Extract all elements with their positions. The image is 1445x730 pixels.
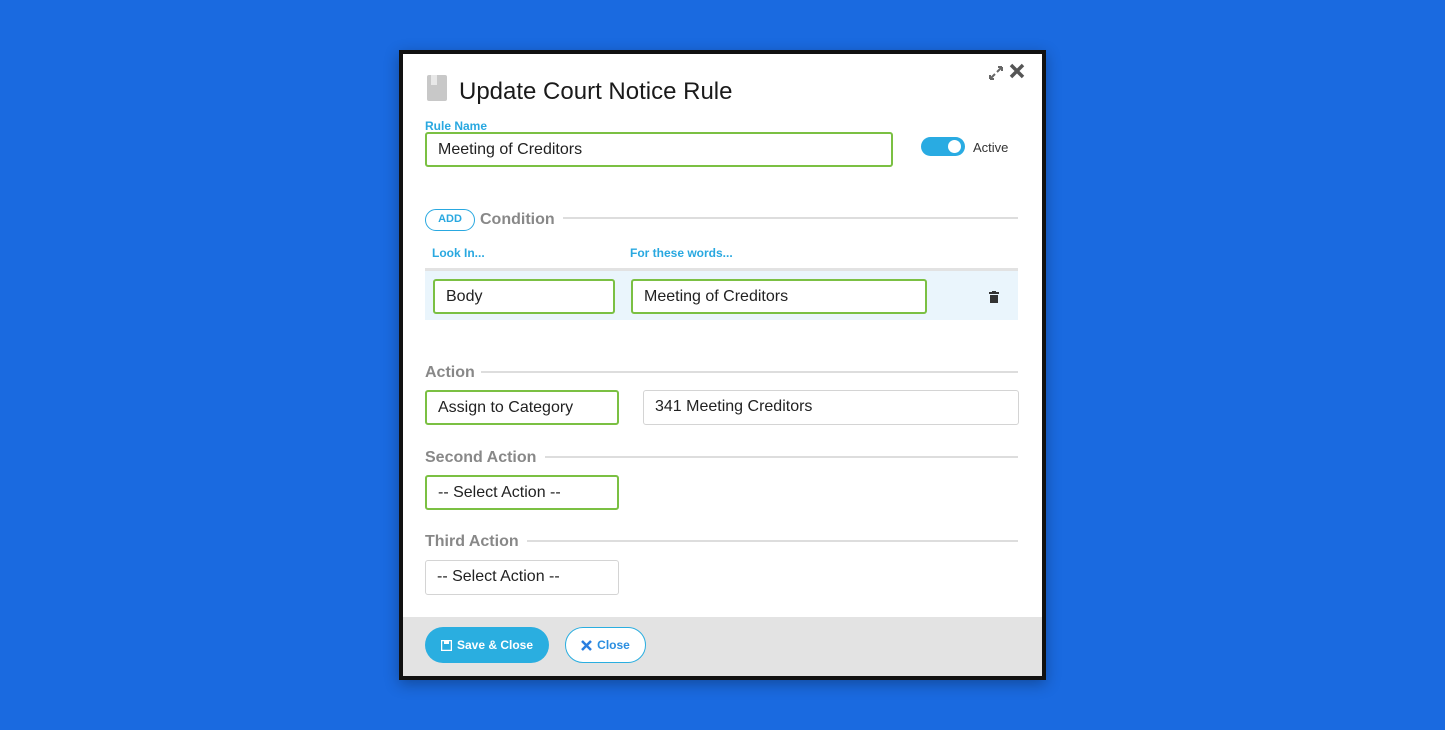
close-button[interactable]: Close xyxy=(565,627,646,663)
words-header: For these words... xyxy=(630,246,733,260)
save-icon xyxy=(440,639,452,651)
third-action-select[interactable]: -- Select Action -- xyxy=(425,560,619,595)
divider xyxy=(481,371,1018,373)
look-in-header: Look In... xyxy=(432,246,485,260)
action-heading: Action xyxy=(425,364,475,381)
close-icon[interactable] xyxy=(1008,62,1026,80)
second-action-heading: Second Action xyxy=(425,449,537,466)
words-input[interactable]: Meeting of Creditors xyxy=(631,279,927,314)
rule-name-input[interactable]: Meeting of Creditors xyxy=(425,132,893,167)
action-type-select[interactable]: Assign to Category xyxy=(425,390,619,425)
divider xyxy=(545,456,1018,458)
condition-heading: Condition xyxy=(480,211,555,228)
expand-icon[interactable] xyxy=(987,64,1005,82)
divider xyxy=(563,217,1018,219)
look-in-select[interactable]: Body xyxy=(433,279,615,314)
third-action-heading: Third Action xyxy=(425,533,519,550)
add-condition-button[interactable]: ADD xyxy=(425,209,475,231)
update-rule-dialog: Update Court Notice Rule Rule Name Meeti… xyxy=(399,50,1046,680)
active-label: Active xyxy=(973,140,1009,155)
divider xyxy=(527,540,1018,542)
close-label: Close xyxy=(597,638,630,652)
save-close-label: Save & Close xyxy=(456,638,534,652)
category-select[interactable]: 341 Meeting Creditors xyxy=(643,390,1019,425)
rule-name-label: Rule Name xyxy=(425,119,488,133)
condition-row: Body Meeting of Creditors xyxy=(425,268,1018,320)
second-action-select[interactable]: -- Select Action -- xyxy=(425,475,619,510)
dialog-title: Update Court Notice Rule xyxy=(459,78,733,105)
trash-icon[interactable] xyxy=(989,291,999,303)
save-close-button[interactable]: Save & Close xyxy=(425,627,549,663)
x-icon xyxy=(581,639,593,651)
dialog-footer: Save & Close Close xyxy=(403,617,1042,676)
active-toggle[interactable] xyxy=(921,137,965,156)
book-icon xyxy=(427,75,447,101)
